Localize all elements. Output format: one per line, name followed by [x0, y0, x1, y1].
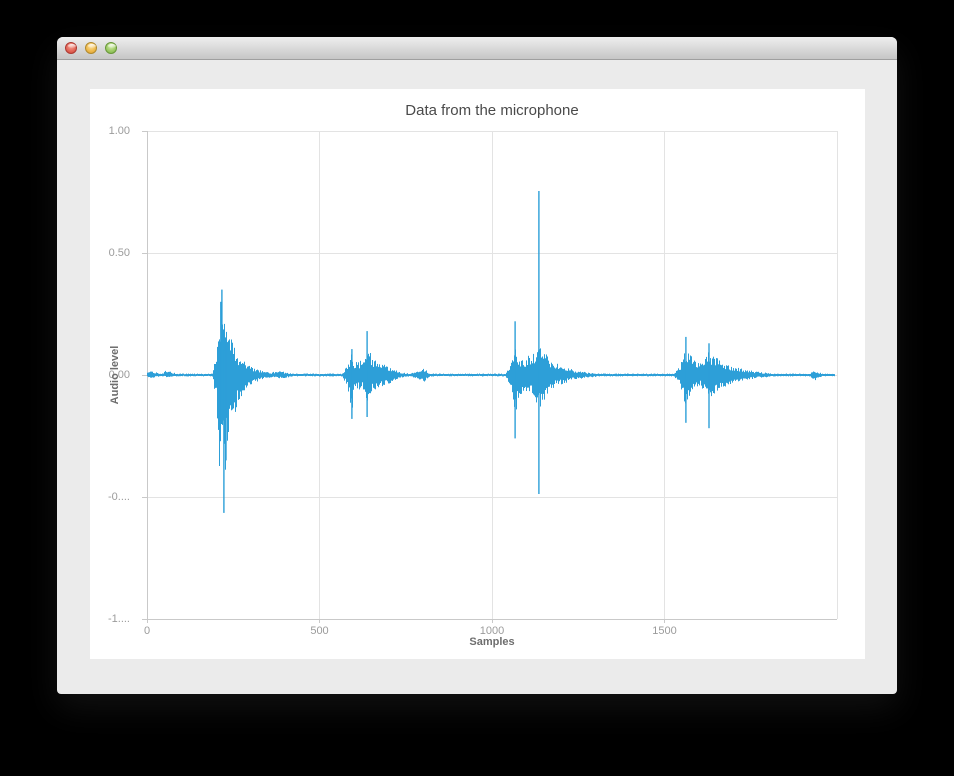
- y-tickmark: [142, 497, 147, 498]
- waveform-spike: [221, 290, 222, 400]
- x-axis-title: Samples: [147, 636, 837, 648]
- y-axis-title: Audio level: [109, 346, 121, 405]
- y-tickmark: [142, 131, 147, 132]
- y-tickmark: [142, 253, 147, 254]
- waveform-spike: [514, 321, 515, 438]
- waveform-spike: [685, 337, 686, 423]
- chart-panel: Data from the microphone 1.000.500.00-0.…: [90, 89, 865, 659]
- y-tickmark: [142, 375, 147, 376]
- y-tick-label: -1....: [108, 613, 130, 625]
- waveform-spike: [366, 331, 367, 417]
- minimize-button[interactable]: [85, 42, 97, 54]
- y-tick-label: 0.50: [109, 247, 130, 259]
- chart-title: Data from the microphone: [147, 102, 837, 119]
- waveform-spike: [538, 191, 539, 494]
- waveform-spike: [708, 343, 709, 428]
- waveform-spike: [351, 349, 352, 419]
- waveform-series: [147, 131, 837, 619]
- plot-area: [147, 131, 837, 619]
- close-button[interactable]: [65, 42, 77, 54]
- x-tickmark: [147, 619, 148, 623]
- y-tick-label: -0....: [108, 491, 130, 503]
- zoom-button[interactable]: [105, 42, 117, 54]
- app-window: Data from the microphone 1.000.500.00-0.…: [57, 37, 897, 694]
- waveform-spike: [225, 338, 226, 460]
- y-tick-label: 1.00: [109, 125, 130, 137]
- x-tickmark: [492, 619, 493, 623]
- window-titlebar[interactable]: [57, 37, 897, 60]
- waveform-spike: [223, 351, 224, 513]
- x-tickmark: [319, 619, 320, 623]
- desktop-background: { "window": { "title": "", "controls": {…: [0, 0, 954, 776]
- x-tickmark: [664, 619, 665, 623]
